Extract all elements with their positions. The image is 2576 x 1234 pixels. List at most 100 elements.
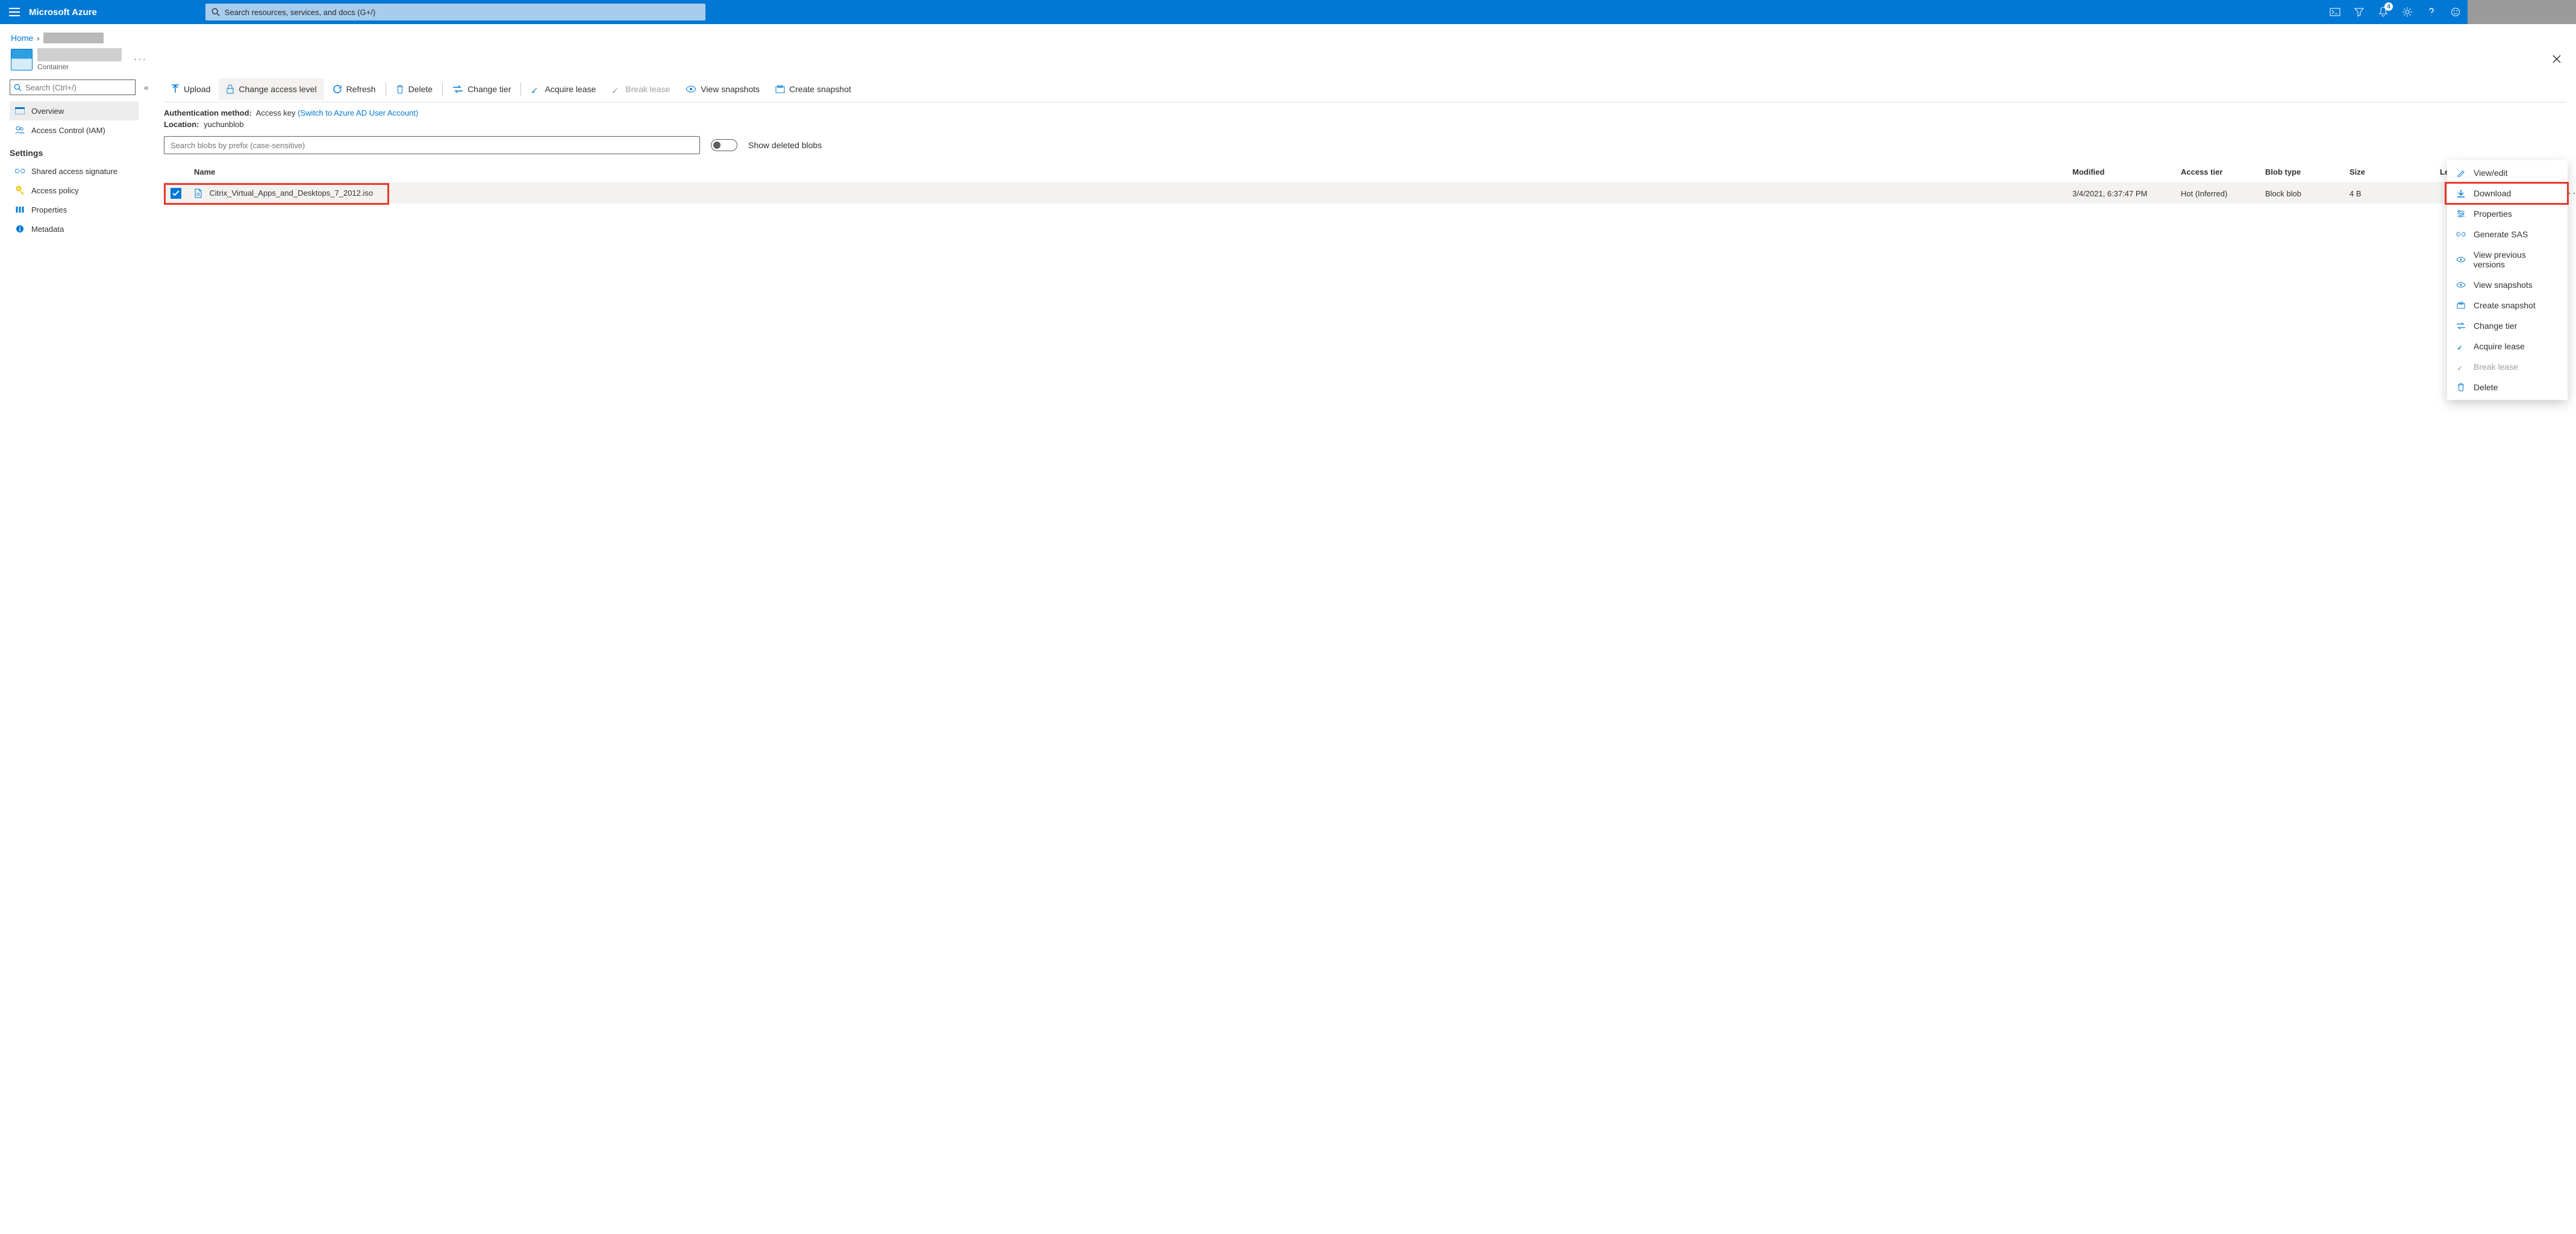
context-menu: View/edit Download Properties [2447,160,2568,400]
sidebar-item-access-control[interactable]: Access Control (IAM) [10,120,139,140]
directories-button[interactable] [2347,0,2371,24]
link-icon [14,168,25,174]
ctx-view-edit[interactable]: View/edit [2447,163,2568,183]
global-search-input[interactable] [225,8,699,17]
sidebar-item-label: Access Control (IAM) [31,126,105,135]
swap-icon [2456,322,2466,329]
top-header: Microsoft Azure 4 [0,0,2576,24]
lease-icon [2456,342,2466,351]
trash-icon [396,84,404,94]
col-size[interactable]: Size [2343,161,2434,183]
pencil-icon [2456,169,2466,177]
sidebar-item-overview[interactable]: Overview [10,101,139,120]
meta-block: Authentication method: Access key (Switc… [164,102,2566,136]
show-deleted-toggle[interactable] [711,139,737,151]
ctx-generate-sas[interactable]: Generate SAS [2447,224,2568,245]
change-tier-button[interactable]: Change tier [445,78,518,100]
ctx-view-versions[interactable]: View previous versions [2447,245,2568,275]
ctx-create-snapshot[interactable]: Create snapshot [2447,295,2568,316]
ctx-acquire-lease[interactable]: Acquire lease [2447,336,2568,357]
filter-icon [2354,7,2364,17]
info-icon [14,225,25,233]
notifications-button[interactable]: 4 [2371,0,2395,24]
close-icon [2552,54,2562,64]
blob-tier: Hot (Inferred) [2175,183,2259,204]
container-icon [11,49,33,70]
page-subtitle: Container [37,63,122,71]
download-icon [2456,189,2466,198]
eye-icon [686,86,696,93]
col-access-tier[interactable]: Access tier [2175,161,2259,183]
close-blade-button[interactable] [2548,51,2565,69]
swap-icon [452,85,463,93]
show-deleted-label: Show deleted blobs [748,140,822,150]
location-value: yuchunblob [204,120,244,129]
sidebar-item-metadata[interactable]: Metadata [10,219,139,238]
title-more-button[interactable]: ··· [134,54,147,65]
blob-name: Citrix_Virtual_Apps_and_Desktops_7_2012.… [210,189,374,198]
sidebar-search-input[interactable] [25,83,131,92]
create-snapshot-button[interactable]: Create snapshot [768,78,858,100]
overview-icon [14,107,25,114]
view-snapshots-button[interactable]: View snapshots [678,78,767,100]
ctx-change-tier[interactable]: Change tier [2447,316,2568,336]
blob-modified: 3/4/2021, 6:37:47 PM [2066,183,2175,204]
global-search[interactable] [205,4,705,20]
account-redacted[interactable] [2468,0,2576,24]
cloud-shell-button[interactable] [2323,0,2347,24]
notifications-badge: 4 [2384,2,2393,11]
sliders-icon [2456,210,2466,217]
blob-type: Block blob [2259,183,2343,204]
blob-search-input[interactable] [170,141,693,150]
toolbar-separator [442,83,443,96]
change-access-button[interactable]: Change access level [219,78,324,100]
search-icon [14,84,22,92]
sidebar-item-sas[interactable]: Shared access signature [10,161,139,181]
check-icon [172,190,180,196]
row-checkbox[interactable] [170,188,181,199]
ctx-download[interactable]: Download [2447,183,2568,204]
crumb-redacted[interactable] [43,33,104,43]
hamburger-button[interactable] [0,0,29,24]
break-lease-icon [611,84,621,94]
sidebar-item-label: Metadata [31,225,64,234]
gear-icon [2402,7,2413,17]
table-row[interactable]: Citrix_Virtual_Apps_and_Desktops_7_2012.… [164,183,2566,204]
refresh-icon [333,84,342,94]
ctx-view-snapshots[interactable]: View snapshots [2447,275,2568,295]
auth-method-value: Access key [256,108,296,117]
snapshot-icon [2456,302,2466,309]
help-button[interactable] [2419,0,2443,24]
snapshot-icon [775,85,785,93]
sidebar: « Overview Access Control (IAM) Settings… [0,76,145,238]
upload-icon [171,84,180,94]
sidebar-search[interactable] [10,79,136,95]
toolbar: Upload Change access level Refresh Delet… [164,76,2566,102]
key-icon [14,185,25,195]
filter-row: Show deleted blobs [164,136,2566,154]
delete-button[interactable]: Delete [389,78,440,100]
acquire-lease-button[interactable]: Acquire lease [524,78,603,100]
refresh-button[interactable]: Refresh [325,78,383,100]
sidebar-item-label: Shared access signature [31,167,117,176]
eye-icon [2456,257,2466,263]
ctx-delete[interactable]: Delete [2447,377,2568,397]
sidebar-item-access-policy[interactable]: Access policy [10,181,139,200]
sidebar-item-properties[interactable]: Properties [10,200,139,219]
switch-auth-link[interactable]: (Switch to Azure AD User Account) [298,108,418,117]
link-icon [2456,231,2466,237]
settings-button[interactable] [2395,0,2419,24]
auth-method-label: Authentication method: [164,108,252,117]
col-name[interactable]: Name [188,161,2066,183]
brand-label: Microsoft Azure [29,7,127,17]
feedback-button[interactable] [2443,0,2468,24]
col-modified[interactable]: Modified [2066,161,2175,183]
blob-search[interactable] [164,136,700,154]
eye-icon [2456,282,2466,288]
col-blob-type[interactable]: Blob type [2259,161,2343,183]
ctx-properties[interactable]: Properties [2447,204,2568,224]
sidebar-item-label: Properties [31,205,67,214]
crumb-home[interactable]: Home [11,33,33,43]
people-icon [14,126,25,134]
upload-button[interactable]: Upload [164,78,217,100]
